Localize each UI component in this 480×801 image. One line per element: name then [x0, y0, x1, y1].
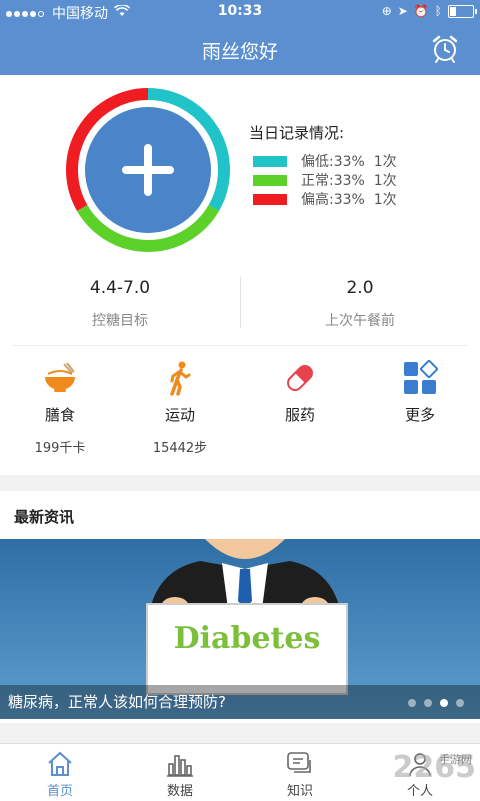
- stat-last-label: 上次午餐前: [325, 313, 395, 329]
- bluetooth-icon: ᛒ: [434, 4, 442, 18]
- bar-chart-icon: [166, 750, 194, 778]
- status-bar: 中国移动 10:33 ⊕ ➤ ⏰ ᛒ: [0, 0, 480, 24]
- rotation-lock-icon: ⊕: [381, 4, 392, 18]
- legend-swatch-normal: [253, 174, 287, 186]
- stat-last[interactable]: 2.0 上次午餐前: [240, 268, 480, 330]
- quick-more-label: 更多: [404, 406, 435, 424]
- stat-last-value: 2.0: [346, 278, 374, 298]
- stat-target[interactable]: 4.4-7.0 控糖目标: [0, 268, 240, 330]
- pager-dot[interactable]: [408, 699, 416, 707]
- legend-swatch-low: [253, 155, 287, 167]
- location-icon: ➤: [397, 4, 408, 18]
- stats-row: 4.4-7.0 控糖目标 2.0 上次午餐前: [0, 268, 480, 344]
- alarm-clock-icon[interactable]: [430, 34, 460, 64]
- quick-exercise-sub: 15442步: [152, 441, 208, 456]
- legend-count-high: 1次: [373, 192, 397, 208]
- pager-dot[interactable]: [424, 699, 432, 707]
- quick-diet-label: 膳食: [44, 406, 75, 424]
- stat-target-label: 控糖目标: [92, 313, 148, 329]
- legend-count-low: 1次: [373, 154, 397, 170]
- quick-diet-sub: 199千卡: [34, 441, 86, 456]
- section-divider: [12, 345, 468, 346]
- legend-item-normal: 正常:33% 1次: [253, 170, 397, 190]
- news-heading: 最新资讯: [14, 508, 75, 526]
- quick-medicine-label: 服药: [284, 406, 315, 424]
- legend-swatch-high: [253, 193, 287, 205]
- legend-count-normal: 1次: [373, 173, 397, 189]
- add-record-button[interactable]: [85, 107, 211, 233]
- news-section: 最新资讯 Diabetes 糖尿病，正常人该如何合理预防?: [0, 491, 480, 723]
- banner-sign-text: Diabetes: [173, 621, 321, 656]
- page-title: 雨丝您好: [201, 41, 278, 63]
- tab-knowledge[interactable]: 知识: [240, 750, 360, 799]
- summary-card: 当日记录情况: 偏低:33% 1次 正常:33% 1次 偏高:33% 1次 4.…: [0, 75, 480, 475]
- news-banner[interactable]: Diabetes 糖尿病，正常人该如何合理预防?: [0, 539, 480, 719]
- tab-home[interactable]: 首页: [0, 750, 120, 799]
- pager-dot-active[interactable]: [440, 699, 448, 707]
- nav-bar: 雨丝您好: [0, 24, 480, 75]
- alarm-status-icon: ⏰: [413, 4, 429, 18]
- pill-icon: [282, 360, 318, 396]
- chat-icon: [286, 750, 314, 778]
- quick-more[interactable]: 更多: [360, 359, 480, 437]
- quick-actions: 膳食 199千卡 运动 15442步 服药 更多: [0, 359, 480, 460]
- watermark-site: 手游网: [439, 753, 472, 766]
- walking-icon: [162, 360, 198, 396]
- record-title: 当日记录情况:: [249, 124, 345, 142]
- home-icon: [46, 750, 74, 778]
- legend-label-high: 偏高:33%: [301, 192, 365, 208]
- tab-data-label: 数据: [166, 784, 193, 799]
- tab-home-label: 首页: [46, 784, 73, 799]
- quick-exercise[interactable]: 运动 15442步: [120, 360, 240, 456]
- pager-dot[interactable]: [456, 699, 464, 707]
- grid-icon: [402, 359, 439, 396]
- bowl-icon: [42, 360, 78, 396]
- legend-label-low: 偏低:33%: [301, 154, 365, 170]
- tab-data[interactable]: 数据: [120, 750, 240, 799]
- plus-icon: [122, 144, 174, 196]
- legend-item-high: 偏高:33% 1次: [253, 189, 397, 209]
- battery-icon: [448, 4, 477, 18]
- quick-diet[interactable]: 膳食 199千卡: [0, 360, 120, 456]
- record-ring: [63, 85, 233, 255]
- tab-knowledge-label: 知识: [286, 784, 313, 799]
- banner-pager: [408, 699, 464, 707]
- stat-target-value: 4.4-7.0: [89, 278, 151, 298]
- quick-medicine[interactable]: 服药: [240, 360, 360, 437]
- legend-item-low: 偏低:33% 1次: [253, 151, 397, 171]
- status-right: ⊕ ➤ ⏰ ᛒ: [381, 4, 477, 18]
- quick-exercise-label: 运动: [164, 406, 195, 424]
- legend-label-normal: 正常:33%: [301, 173, 365, 189]
